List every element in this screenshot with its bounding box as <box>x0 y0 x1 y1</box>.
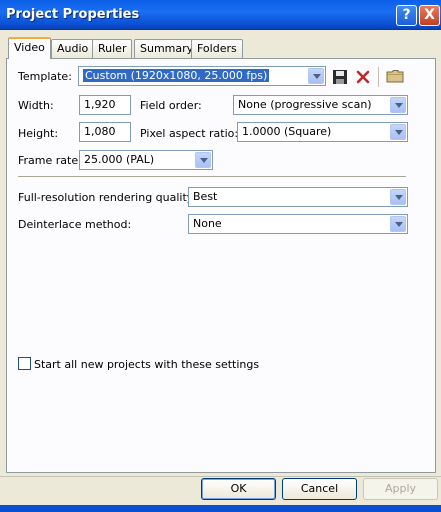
width-label: Width: <box>18 99 54 112</box>
frame-rate-dropdown[interactable]: 25.000 (PAL) <box>79 150 213 170</box>
tab-audio[interactable]: Audio <box>51 39 95 58</box>
width-field[interactable]: 1,920 <box>79 95 131 115</box>
template-dropdown[interactable]: Custom (1920x1080, 25.000 fps) <box>78 66 326 86</box>
render-quality-value: Best <box>193 190 218 203</box>
section-divider <box>18 176 406 177</box>
field-order-value: None (progressive scan) <box>238 98 372 111</box>
chevron-down-icon[interactable] <box>195 152 211 168</box>
template-label: Template: <box>18 70 72 83</box>
delete-icon[interactable] <box>355 69 371 85</box>
render-quality-dropdown[interactable]: Best <box>188 187 408 207</box>
cancel-button[interactable]: Cancel <box>282 478 357 500</box>
folder-icon[interactable] <box>386 68 404 84</box>
chevron-down-icon[interactable] <box>390 124 406 140</box>
pixel-aspect-dropdown[interactable]: 1.0000 (Square) <box>237 122 408 142</box>
tab-video[interactable]: Video <box>8 37 51 59</box>
apply-button[interactable]: Apply <box>363 478 438 500</box>
field-order-dropdown[interactable]: None (progressive scan) <box>233 95 408 115</box>
deinterlace-value: None <box>193 217 222 230</box>
frame-rate-value: 25.000 (PAL) <box>84 153 155 166</box>
start-all-checkbox[interactable] <box>18 357 31 370</box>
start-all-label[interactable]: Start all new projects with these settin… <box>34 358 259 371</box>
chevron-down-icon[interactable] <box>390 189 406 205</box>
footer-divider <box>0 476 441 477</box>
title-bar: Project Properties ? X <box>0 0 441 30</box>
chevron-down-icon[interactable] <box>308 68 324 84</box>
window-bottom-border <box>0 505 441 512</box>
deinterlace-label: Deinterlace method: <box>18 218 132 231</box>
tab-summary[interactable]: Summary <box>134 39 200 58</box>
chevron-down-icon[interactable] <box>390 216 406 232</box>
deinterlace-dropdown[interactable]: None <box>188 214 408 234</box>
height-label: Height: <box>18 127 59 140</box>
field-order-label: Field order: <box>140 99 202 112</box>
window-title: Project Properties <box>6 7 140 22</box>
render-quality-label: Full-resolution rendering quality: <box>18 191 197 204</box>
tab-ruler[interactable]: Ruler <box>92 39 133 58</box>
help-button[interactable]: ? <box>396 5 417 26</box>
height-field[interactable]: 1,080 <box>79 122 131 142</box>
toolbar-divider <box>378 67 379 87</box>
frame-rate-label: Frame rate: <box>18 154 82 167</box>
tab-folders[interactable]: Folders <box>191 39 243 58</box>
pixel-aspect-label: Pixel aspect ratio: <box>140 127 239 140</box>
pixel-aspect-value: 1.0000 (Square) <box>242 125 332 138</box>
ok-button[interactable]: OK <box>201 478 276 500</box>
close-button[interactable]: X <box>419 5 440 26</box>
video-panel <box>6 58 436 473</box>
save-icon[interactable] <box>332 69 348 85</box>
template-value: Custom (1920x1080, 25.000 fps) <box>83 69 270 82</box>
chevron-down-icon[interactable] <box>390 97 406 113</box>
